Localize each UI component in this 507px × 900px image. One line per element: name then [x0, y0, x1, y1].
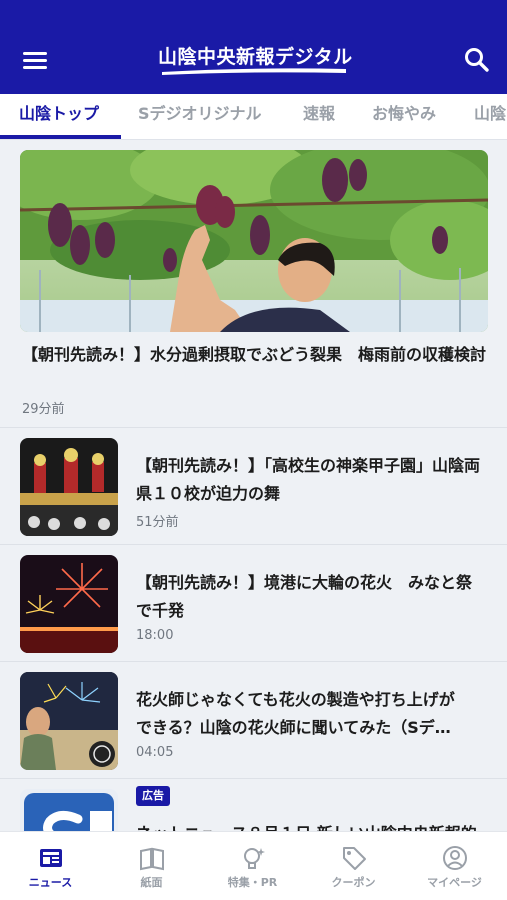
divider — [0, 544, 507, 545]
nav-coupons[interactable]: クーポン — [303, 832, 404, 900]
nav-label-mypage: マイページ — [427, 876, 482, 889]
divider — [0, 778, 507, 779]
article-thumbnail-hanabishi[interactable] — [20, 672, 118, 770]
logo-text: 山陰中央新報デジタル — [158, 46, 353, 68]
hero-article-time: 29分前 — [22, 402, 65, 417]
tab-sdigi-original[interactable]: Sデジオリジナル — [138, 94, 262, 139]
tab-sanin[interactable]: 山陰 — [474, 94, 506, 139]
lightbulb-icon — [244, 848, 265, 869]
article-title-hanabishi-line1[interactable]: 花火師じゃなくても花火の製造や打ち上げが — [136, 686, 486, 714]
news-icon — [40, 849, 62, 867]
article-time-hanabishi: 04:05 — [136, 745, 174, 760]
tab-breaking[interactable]: 速報 — [303, 94, 335, 139]
nav-label-news: ニュース — [28, 876, 73, 889]
hero-article-title[interactable]: 【朝刊先読み！】水分過剰摂取でぶどう裂果 梅雨前の収穫検討 — [22, 342, 488, 367]
tab-sanin-top[interactable]: 山陰トップ — [19, 94, 99, 139]
nav-label-paper: 紙面 — [140, 876, 163, 889]
app-header: 山陰中央新報デジタル — [0, 0, 507, 94]
coupon-tag-icon — [343, 847, 366, 870]
article-title-kagura[interactable]: 【朝刊先読み！】「高校生の神楽甲子園」山陰両県１０校が迫力の舞 — [136, 452, 486, 508]
search-icon[interactable] — [462, 45, 492, 75]
nav-mypage[interactable]: マイページ — [404, 832, 505, 900]
active-tab-indicator — [0, 135, 121, 139]
ad-badge: 広告 — [136, 786, 170, 806]
category-tabs: 山陰トップ Sデジオリジナル 速報 お悔やみ 山陰 — [0, 94, 507, 140]
nav-label-coupons: クーポン — [331, 876, 376, 889]
nav-features-pr[interactable]: 特集・PR — [202, 832, 303, 900]
nav-paper[interactable]: 紙面 — [101, 832, 202, 900]
ad-thumbnail[interactable] — [20, 789, 118, 831]
hero-article-image[interactable] — [20, 150, 488, 332]
article-title-fireworks[interactable]: 【朝刊先読み！】境港に大輪の花火 みなと祭で千発 — [136, 569, 486, 625]
article-thumbnail-fireworks[interactable] — [20, 555, 118, 653]
article-thumbnail-kagura[interactable] — [20, 438, 118, 536]
nav-label-features: 特集・PR — [227, 876, 278, 889]
logo-swoosh-icon — [162, 68, 346, 75]
ad-title[interactable]: ネットニュース８月１日 新しい山陰中央新報的 — [136, 822, 486, 831]
hamburger-menu-icon[interactable] — [18, 48, 52, 74]
article-time-fireworks: 18:00 — [136, 628, 174, 643]
article-time-kagura: 51分前 — [136, 515, 179, 530]
tab-obituaries[interactable]: お悔やみ — [372, 94, 436, 139]
bottom-navigation: ニュース 紙面 特集・PR クーポン マイページ — [0, 831, 507, 900]
app-screen: 山陰中央新報デジタル 山陰トップ Sデジオリジナル 速報 お悔やみ 山陰 【朝刊… — [0, 0, 507, 900]
app-logo[interactable]: 山陰中央新報デジタル — [158, 42, 353, 78]
divider — [0, 427, 507, 428]
news-feed[interactable]: 【朝刊先読み！】水分過剰摂取でぶどう裂果 梅雨前の収穫検討 29分前 【朝刊先読… — [0, 141, 507, 831]
user-profile-icon — [443, 846, 467, 870]
nav-news[interactable]: ニュース — [0, 832, 101, 900]
article-title-hanabishi-line2[interactable]: できる？山陰の花火師に聞いてみた（Sデ… — [136, 714, 486, 742]
divider — [0, 661, 507, 662]
newspaper-icon — [140, 847, 164, 871]
